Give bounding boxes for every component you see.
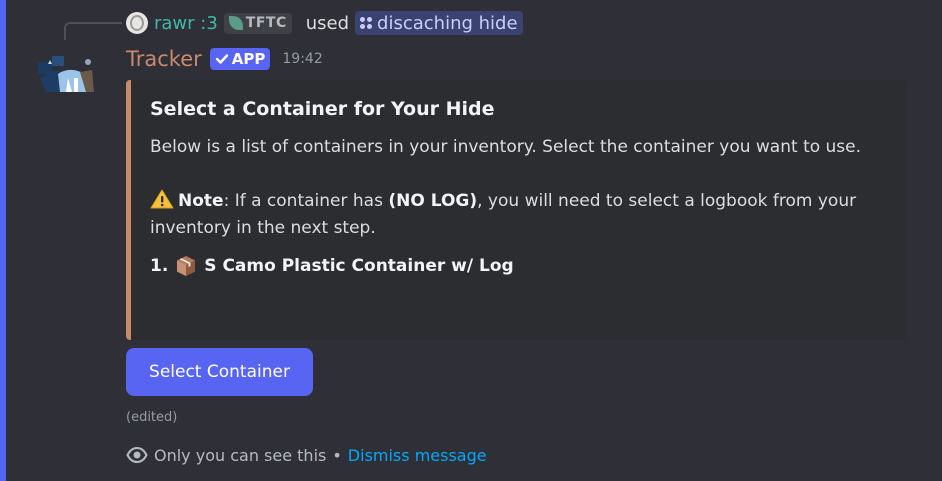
select-container-button[interactable]: Select Container [126, 348, 313, 396]
footer-separator: • [332, 445, 342, 465]
embed-description: Below is a list of containers in your in… [150, 134, 886, 242]
app-badge-label: APP [231, 50, 266, 68]
note-bold: (NO LOG) [388, 191, 478, 211]
reply-connector [64, 22, 122, 40]
note-text-before: : If a container has [223, 191, 389, 211]
reply-used-text: used [305, 12, 350, 34]
item-number: 1. [150, 256, 169, 276]
slash-command-icon [360, 17, 373, 29]
server-tag[interactable]: TFTC [223, 12, 292, 34]
warning-icon [150, 189, 174, 209]
dismiss-message-link[interactable]: Dismiss message [348, 446, 487, 465]
reply-username[interactable]: rawr :3 [154, 13, 218, 34]
ephemeral-footer: Only you can see this • Dismiss message [126, 444, 487, 466]
leaf-icon [228, 16, 243, 30]
ephemeral-accent-bar [0, 0, 6, 481]
ephemeral-notice: Only you can see this [154, 445, 327, 465]
package-icon [177, 256, 196, 276]
container-list-item: 1. S Camo Plastic Container w/ Log [150, 254, 886, 278]
bot-avatar[interactable] [36, 52, 98, 102]
slash-command-mention[interactable]: discaching hide [355, 11, 523, 35]
reply-context[interactable]: rawr :3 TFTC used discaching hide [126, 10, 523, 36]
message-timestamp[interactable]: 19:42 [282, 51, 322, 67]
author-name[interactable]: Tracker [126, 47, 202, 71]
embed-note: Note: If a container has (NO LOG), you w… [150, 188, 886, 242]
embed-title: Select a Container for Your Hide [150, 98, 495, 120]
check-icon [215, 54, 228, 64]
edited-label: (edited) [126, 410, 178, 425]
user-avatar-icon[interactable] [126, 12, 148, 34]
embed-card: Select a Container for Your Hide Below i… [126, 80, 906, 340]
app-badge: APP [209, 48, 271, 70]
note-label: Note [178, 191, 224, 211]
command-name: discaching hide [377, 12, 518, 34]
item-name: S Camo Plastic Container w/ Log [204, 256, 514, 276]
message-header: Tracker APP 19:42 [126, 44, 323, 74]
eye-icon [126, 446, 148, 464]
embed-intro: Below is a list of containers in your in… [150, 137, 862, 157]
server-tag-label: TFTC [245, 15, 287, 31]
